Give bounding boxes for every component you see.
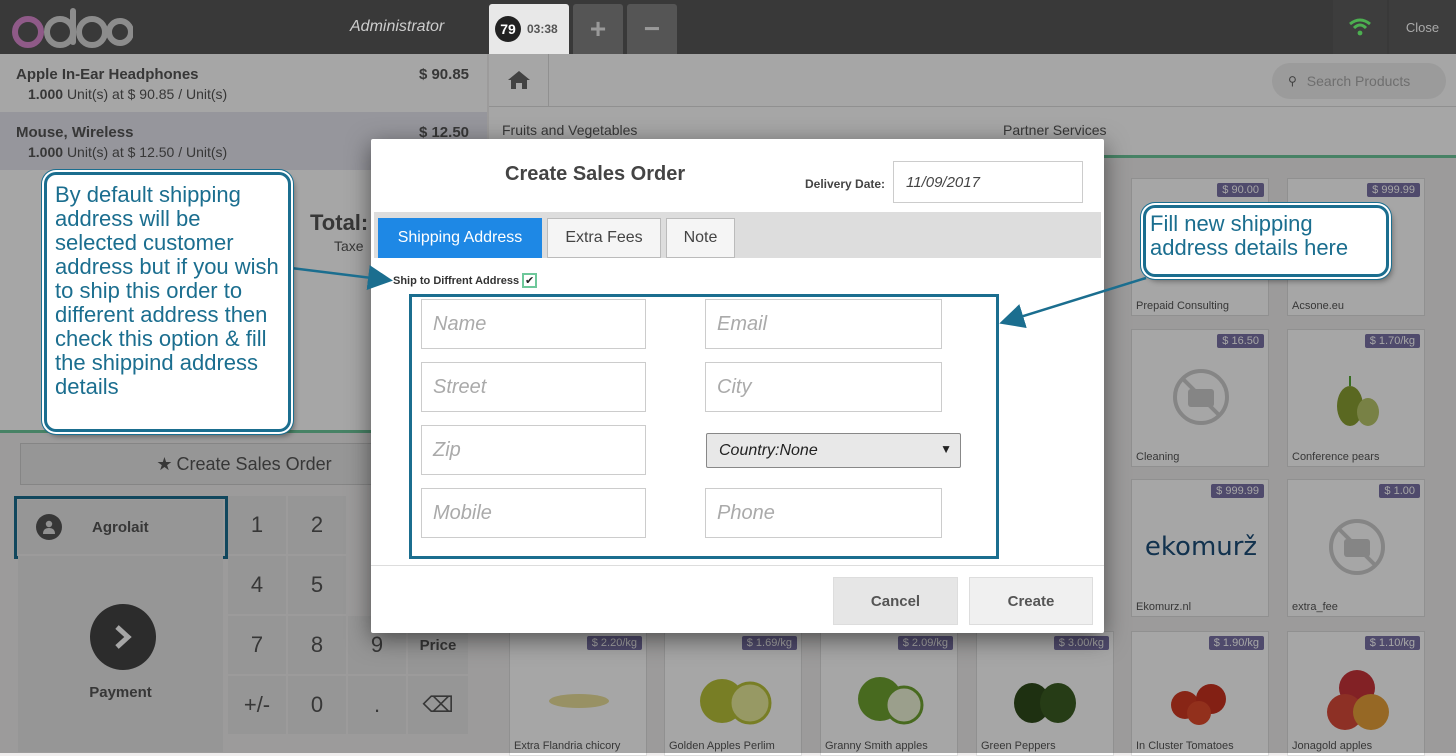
order-time: 03:38 xyxy=(527,22,558,36)
delete-order-button[interactable]: − xyxy=(627,4,677,54)
cancel-button[interactable]: Cancel xyxy=(833,577,958,625)
wifi-icon xyxy=(1333,0,1387,54)
odoo-logo xyxy=(12,8,133,48)
annotation-callout-left: By default shipping address will be sele… xyxy=(44,172,291,432)
create-button[interactable]: Create xyxy=(969,577,1093,625)
ship-different-address-label: Ship to Diffrent Address xyxy=(393,274,520,287)
dialog-title: Create Sales Order xyxy=(505,163,686,185)
tab-note[interactable]: Note xyxy=(666,218,735,258)
tab-shipping-address[interactable]: Shipping Address xyxy=(378,218,542,258)
close-button[interactable]: Close xyxy=(1389,0,1456,54)
order-number: 79 xyxy=(495,16,521,42)
address-fields-highlight-box xyxy=(409,294,999,559)
new-order-button[interactable]: + xyxy=(573,4,623,54)
top-bar xyxy=(0,0,1456,54)
delivery-date-input[interactable]: 11/09/2017 xyxy=(893,161,1083,203)
create-sales-order-dialog: Create Sales Order Delivery Date: 11/09/… xyxy=(371,139,1104,633)
delivery-date-label: Delivery Date: xyxy=(805,177,886,191)
annotation-callout-right: Fill new shipping address details here xyxy=(1143,205,1389,277)
ship-different-address-checkbox[interactable]: ✔ xyxy=(522,273,538,288)
order-tab-active[interactable]: 79 03:38 xyxy=(489,4,569,54)
user-name: Administrator xyxy=(350,18,445,35)
ship-different-address-option[interactable]: Ship to Diffrent Address ✔ xyxy=(393,273,538,288)
tab-extra-fees[interactable]: Extra Fees xyxy=(547,218,661,258)
